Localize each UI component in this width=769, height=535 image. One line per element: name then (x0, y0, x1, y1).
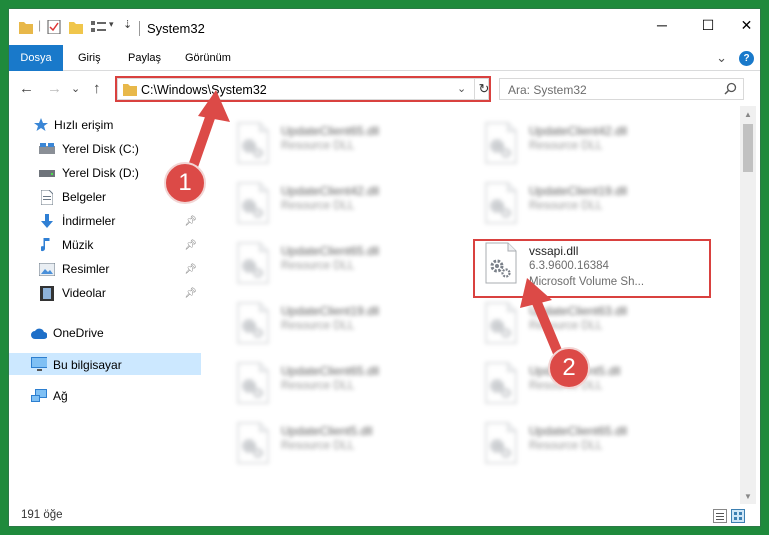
step-2-badge: 2 (548, 347, 590, 389)
step-1-badge: 1 (164, 162, 206, 204)
arrow-1 (185, 90, 230, 180)
annotation-arrows (185, 90, 565, 363)
arrow-2 (520, 278, 565, 363)
